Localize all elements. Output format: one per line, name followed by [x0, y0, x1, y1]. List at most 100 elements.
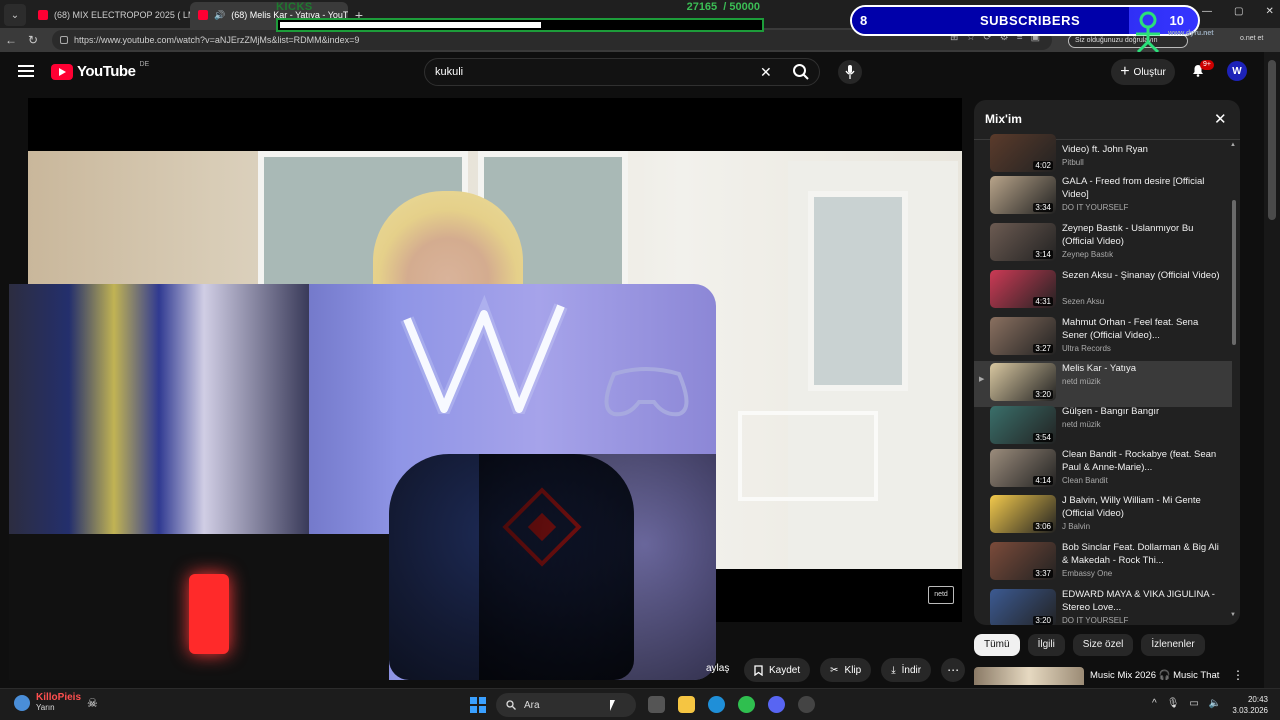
shelf-title[interactable]: Music Mix 2026 🎧 Music That	[1090, 670, 1219, 681]
channel-name[interactable]: Sezen Aksu	[1062, 297, 1104, 306]
clear-search-icon[interactable]: ✕	[760, 64, 772, 81]
video-thumbnail[interactable]: 3:37	[990, 542, 1056, 580]
recommended-shelf-item[interactable]: Music Mix 2026 🎧 Music That ⋮	[974, 667, 1244, 685]
tab-list-button[interactable]: ⌄	[4, 4, 26, 26]
weather-widget[interactable]: KilloPieis Yarın ☠	[14, 692, 98, 713]
task-view-icon[interactable]	[648, 696, 665, 713]
settings-icon[interactable]	[798, 696, 815, 713]
channel-name[interactable]: DO IT YOURSELF	[1062, 616, 1128, 625]
video-title[interactable]: Sezen Aksu - Şinanay (Official Video)	[1062, 269, 1222, 282]
file-explorer-icon[interactable]	[678, 696, 695, 713]
channel-name[interactable]: netd müzik	[1062, 377, 1101, 386]
page-scrollbar-thumb[interactable]	[1268, 60, 1276, 220]
video-thumbnail[interactable]: 4:02	[990, 134, 1056, 172]
mix-list-item[interactable]: 4:31 Sezen Aksu - Şinanay (Official Video…	[974, 268, 1232, 314]
channel-name[interactable]: Pitbull	[1062, 158, 1084, 167]
video-thumbnail[interactable]: 3:54	[990, 406, 1056, 444]
more-actions-button[interactable]: ⋯	[941, 658, 966, 682]
video-title[interactable]: Clean Bandit - Rockabye (feat. Sean Paul…	[1062, 448, 1222, 474]
share-label[interactable]: aylaş	[706, 663, 729, 674]
microphone-icon[interactable]: 🎙	[1167, 698, 1180, 709]
filter-chip[interactable]: Tümü	[974, 634, 1020, 656]
video-title[interactable]: GALA - Freed from desire [Official Video…	[1062, 175, 1222, 201]
taskbar-search[interactable]: Ara	[496, 693, 636, 717]
mix-list-item[interactable]: 3:27 Mahmut Orhan - Feel feat. Sena Sener…	[974, 315, 1232, 361]
channel-name[interactable]: Embassy One	[1062, 569, 1112, 578]
maximize-icon[interactable]: ▢	[1234, 6, 1243, 17]
video-thumbnail[interactable]: 3:14	[990, 223, 1056, 261]
discord-icon[interactable]	[768, 696, 785, 713]
more-vertical-icon[interactable]: ⋮	[1232, 668, 1244, 682]
channel-name[interactable]: J Balvin	[1062, 522, 1090, 531]
region-code: DE	[139, 61, 150, 68]
video-title[interactable]: Mahmut Orhan - Feel feat. Sena Sener (Of…	[1062, 316, 1222, 342]
video-title[interactable]: EDWARD MAYA & VIKA JIGULINA - Stereo Lov…	[1062, 588, 1222, 614]
mix-list-item[interactable]: 3:14 Zeynep Bastık - Uslanmıyor Bu (Offic…	[974, 221, 1232, 267]
video-thumbnail[interactable]: 3:20	[990, 589, 1056, 625]
video-thumbnail[interactable]: 3:27	[990, 317, 1056, 355]
system-clock[interactable]: 20:43 3.03.2026	[1230, 694, 1268, 716]
channel-name[interactable]: netd müzik	[1062, 420, 1101, 429]
video-title[interactable]: J Balvin, Willy William - Mi Gente (Offi…	[1062, 494, 1222, 520]
channel-name[interactable]: DO IT YOURSELF	[1062, 203, 1128, 212]
channel-name[interactable]: Clean Bandit	[1062, 476, 1108, 485]
start-button[interactable]	[470, 697, 486, 713]
scissors-icon: ✂	[830, 664, 839, 676]
mix-list-item[interactable]: 3:37 Bob Sinclar Feat. Dollarman & Big Al…	[974, 540, 1232, 586]
clip-button[interactable]: ✂ Klip	[820, 658, 872, 682]
mix-scrollbar[interactable]	[1232, 200, 1236, 345]
search-icon[interactable]	[792, 63, 810, 81]
voice-search-button[interactable]	[838, 60, 862, 84]
clock-date: 3.03.2026	[1232, 706, 1268, 715]
speaker-icon[interactable]: 🔊	[214, 10, 225, 21]
back-icon[interactable]: ←	[0, 29, 22, 51]
network-icon[interactable]: ▭	[1189, 698, 1198, 709]
video-title[interactable]: Gülşen - Bangır Bangır	[1062, 405, 1222, 418]
mix-list-item[interactable]: 4:14 Clean Bandit - Rockabye (feat. Sean …	[974, 447, 1232, 493]
site-info-icon[interactable]	[60, 36, 68, 44]
close-window-icon[interactable]: ✕	[1265, 6, 1273, 17]
filter-chip[interactable]: Size özel	[1072, 634, 1134, 656]
video-thumbnail[interactable]: 4:14	[990, 449, 1056, 487]
video-title[interactable]: Melis Kar - Yatıya	[1062, 362, 1222, 375]
minimize-icon[interactable]: —	[1202, 6, 1212, 17]
page-scrollbar[interactable]	[1264, 52, 1280, 688]
video-thumbnail[interactable]: 3:34	[990, 176, 1056, 214]
video-duration: 4:02	[1033, 161, 1053, 170]
menu-icon[interactable]	[18, 65, 34, 77]
channel-name[interactable]: Zeynep Bastık	[1062, 250, 1113, 259]
youtube-logo[interactable]: YouTube DE	[51, 61, 150, 80]
clip-label: Klip	[844, 664, 862, 676]
reload-icon[interactable]: ↻	[22, 29, 44, 51]
mascot-icon	[1136, 11, 1160, 54]
shelf-thumbnail[interactable]	[974, 667, 1084, 685]
mix-list-item[interactable]: 3:54 Gülşen - Bangır Bangır netd müzik	[974, 404, 1232, 450]
mix-list-item[interactable]: 3:20 EDWARD MAYA & VIKA JIGULINA - Stereo…	[974, 587, 1232, 625]
video-title[interactable]: Bob Sinclar Feat. Dollarman & Big Ali & …	[1062, 541, 1222, 567]
mix-list-item[interactable]: 3:06 J Balvin, Willy William - Mi Gente (…	[974, 493, 1232, 539]
close-mix-icon[interactable]: ✕	[1214, 110, 1227, 128]
video-title[interactable]: Video) ft. John Ryan	[1062, 143, 1222, 156]
avatar[interactable]: W	[1227, 61, 1247, 81]
browser-tab[interactable]: (68) MIX ELECTROPOP 2025 ( LMF ✕	[30, 2, 190, 28]
video-thumbnail[interactable]: 3:06	[990, 495, 1056, 533]
app-icon[interactable]	[738, 696, 755, 713]
download-button[interactable]: ⤓ İndir	[881, 658, 932, 682]
video-title[interactable]: Zeynep Bastık - Uslanmıyor Bu (Official …	[1062, 222, 1222, 248]
volume-icon[interactable]: 🔈	[1209, 698, 1221, 709]
filter-chip[interactable]: İlgili	[1027, 634, 1065, 656]
kicks-progress-fill	[280, 22, 542, 28]
chevron-up-icon[interactable]: ^	[1152, 698, 1157, 709]
youtube-header: YouTube DE kukuli ✕ + Oluştur 9+ W	[0, 52, 1262, 92]
scroll-up-icon[interactable]: ▲	[1230, 142, 1236, 148]
filter-chip[interactable]: İzlenenler	[1141, 634, 1205, 656]
save-button[interactable]: Kaydet	[744, 658, 811, 682]
mix-list-item[interactable]: 3:34 GALA - Freed from desire [Official V…	[974, 174, 1232, 220]
channel-name[interactable]: Ultra Records	[1062, 344, 1111, 353]
mix-list-item[interactable]: ▶ 3:20 Melis Kar - Yatıya netd müzik	[974, 361, 1232, 407]
video-thumbnail[interactable]: 4:31	[990, 270, 1056, 308]
edge-browser-icon[interactable]	[708, 696, 725, 713]
scroll-down-icon[interactable]: ▼	[1230, 612, 1236, 618]
video-thumbnail[interactable]: 3:20	[990, 363, 1056, 401]
create-button[interactable]: + Oluştur	[1111, 59, 1175, 85]
